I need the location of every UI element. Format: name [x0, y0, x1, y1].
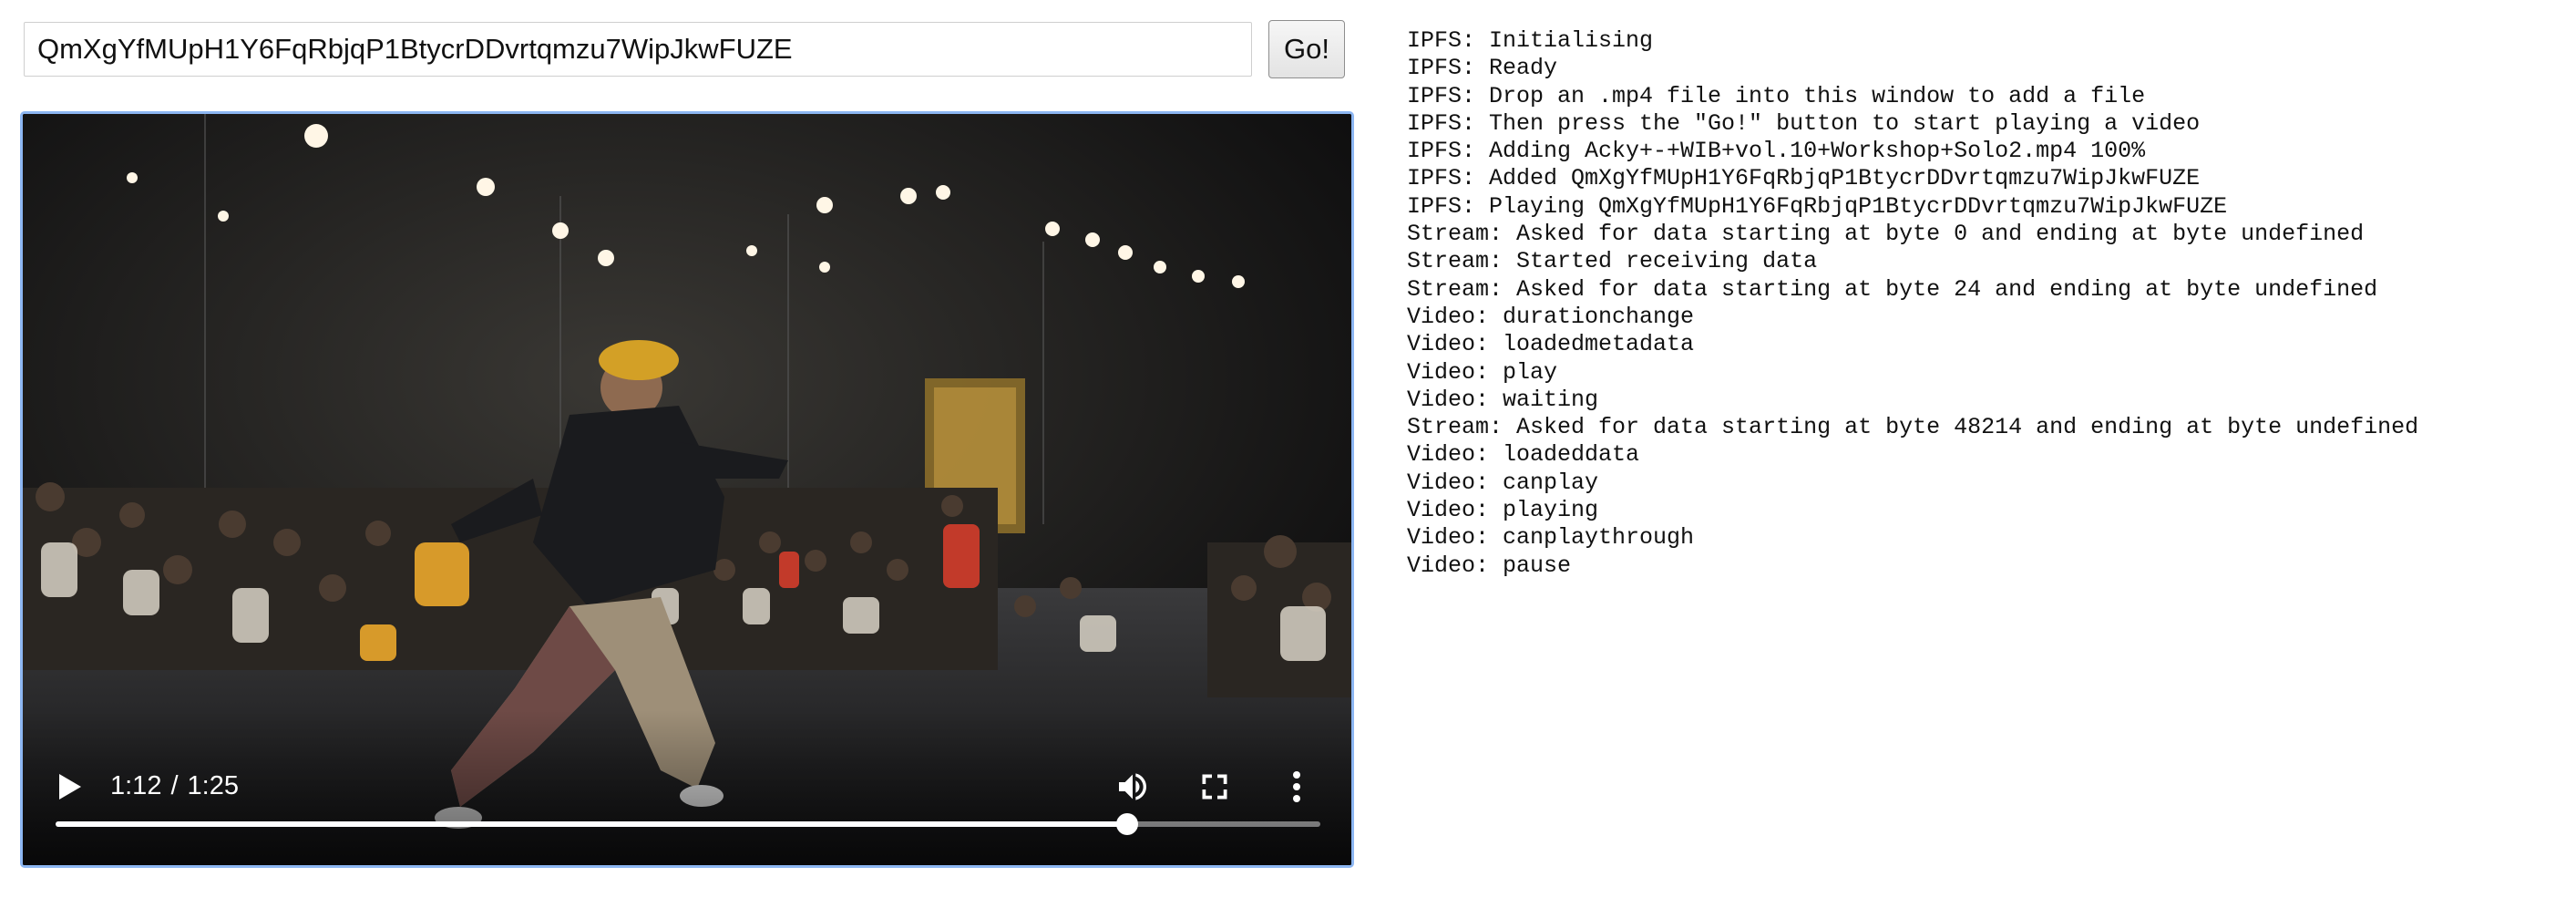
- log-line: Stream: Asked for data starting at byte …: [1407, 221, 2365, 248]
- volume-icon: [1119, 773, 1146, 800]
- time-separator: /: [170, 771, 179, 800]
- log-line: IPFS: Drop an .mp4 file into this window…: [1407, 82, 2146, 109]
- play-icon: [59, 774, 81, 800]
- progress-thumb[interactable]: [1115, 813, 1138, 835]
- log-line: Video: waiting: [1407, 386, 1599, 413]
- time-display: 1:12 / 1:25: [110, 771, 239, 801]
- progress-fill: [56, 821, 1127, 827]
- more-vert-icon: [1293, 771, 1300, 802]
- volume-button[interactable]: [1111, 765, 1155, 809]
- video-player[interactable]: 1:12 / 1:25: [20, 111, 1354, 868]
- log-line: IPFS: Then press the "Go!" button to sta…: [1407, 109, 2201, 137]
- event-log: IPFS: Initialising IPFS: Ready IPFS: Drop …: [1407, 27, 2418, 580]
- log-line: Video: canplay: [1407, 469, 1599, 496]
- log-line: IPFS: Initialising: [1407, 27, 1654, 54]
- log-line: Stream: Started receiving data: [1407, 248, 1818, 275]
- log-line: IPFS: Added QmXgYfMUpH1Y6FqRbjqP1BtycrDD…: [1407, 165, 2201, 192]
- log-line: Video: loadedmetadata: [1407, 331, 1695, 358]
- log-line: Stream: Asked for data starting at byte …: [1407, 414, 2419, 441]
- fullscreen-icon: [1202, 774, 1227, 800]
- log-line: Video: canplaythrough: [1407, 524, 1695, 552]
- log-line: Video: pause: [1407, 552, 1572, 579]
- log-line: IPFS: Ready: [1407, 55, 1558, 82]
- log-line: Video: play: [1407, 358, 1558, 386]
- video-controls: 1:12 / 1:25: [23, 710, 1351, 865]
- fullscreen-button[interactable]: [1193, 765, 1237, 809]
- current-time: 1:12: [110, 771, 162, 800]
- page: Go!: [0, 0, 2576, 908]
- log-line: IPFS: Playing QmXgYfMUpH1Y6FqRbjqP1Btycr…: [1407, 192, 2228, 220]
- log-line: Video: loadeddata: [1407, 441, 1640, 469]
- duration: 1:25: [187, 771, 239, 800]
- log-line: Video: durationchange: [1407, 303, 1695, 330]
- go-button[interactable]: Go!: [1268, 20, 1345, 78]
- hash-input[interactable]: [24, 22, 1252, 77]
- progress-bar[interactable]: [56, 813, 1320, 835]
- play-button[interactable]: [50, 767, 90, 807]
- more-options-button[interactable]: [1275, 765, 1319, 809]
- log-line: Video: playing: [1407, 497, 1599, 524]
- log-line: IPFS: Adding Acky+-+WIB+vol.10+Workshop+…: [1407, 138, 2146, 165]
- log-line: Stream: Asked for data starting at byte …: [1407, 275, 2378, 303]
